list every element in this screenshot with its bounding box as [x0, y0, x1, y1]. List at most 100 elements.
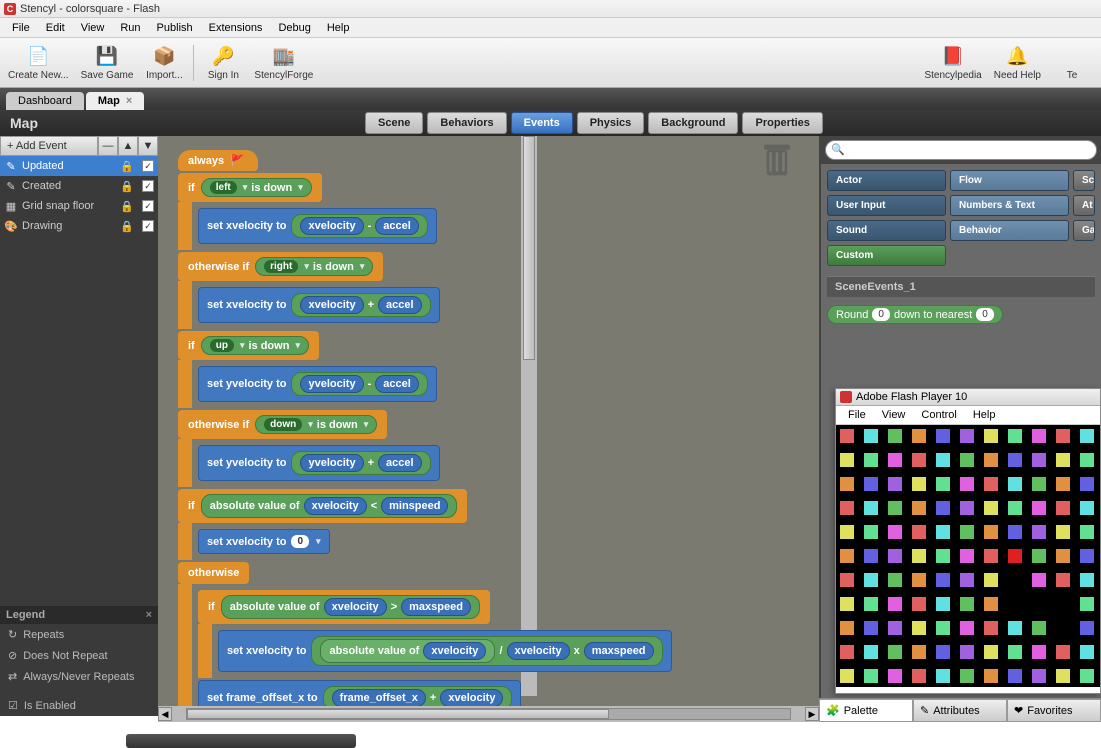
always-hat-block[interactable]: always 🚩 [178, 150, 258, 171]
trash-icon[interactable] [761, 142, 793, 178]
otherwise-if-block[interactable]: otherwise if right▾is down▾ set xvelocit… [178, 252, 672, 329]
heart-icon: ❤ [1014, 704, 1023, 717]
menu-view[interactable]: View [73, 20, 113, 36]
remove-event-button[interactable]: — [98, 136, 118, 156]
menu-help[interactable]: Help [319, 20, 358, 36]
cat-user-input[interactable]: User Input [827, 195, 946, 216]
truncated-button[interactable]: Te [1047, 42, 1097, 83]
event-label: Grid snap floor [22, 200, 94, 212]
sign-in-button[interactable]: 🔑 Sign In [198, 42, 248, 83]
menu-file[interactable]: File [4, 20, 38, 36]
legend-enabled: ☑Is Enabled [0, 695, 158, 716]
event-item-created[interactable]: ✎ Created 🔒 ✓ [0, 176, 158, 196]
set-xvelocity-block[interactable]: set xvelocity to xvelocity-accel [198, 208, 437, 244]
enabled-checkbox[interactable]: ✓ [142, 160, 154, 172]
context-title: Map [10, 115, 38, 131]
horizontal-scrollbar[interactable]: ◀ ▶ [158, 706, 819, 722]
event-item-updated[interactable]: ✎ Updated 🔒 ✓ [0, 156, 158, 176]
save-game-button[interactable]: 💾 Save Game [75, 42, 140, 83]
round-block[interactable]: Round 0 down to nearest 0 [827, 305, 1095, 324]
cat-sound[interactable]: Sound [827, 220, 946, 241]
set-yvelocity-block[interactable]: set yvelocity to yvelocity+accel [198, 445, 440, 481]
btab-attributes[interactable]: ✎Attributes [913, 699, 1007, 722]
flash-menu-control[interactable]: Control [913, 408, 964, 422]
menu-run[interactable]: Run [112, 20, 148, 36]
stencylpedia-button[interactable]: 📕 Stencylpedia [918, 42, 987, 83]
block-canvas[interactable]: always 🚩 if left▾is down▾ set xvelocity … [158, 136, 819, 716]
ctx-tab-events[interactable]: Events [511, 112, 573, 134]
if-block[interactable]: if up▾is down▾ set yvelocity to yvelocit… [178, 331, 672, 408]
legend-header: Legend × [0, 606, 158, 624]
add-event-button[interactable]: + Add Event [0, 136, 98, 156]
tab-map[interactable]: Map × [86, 92, 144, 110]
menu-edit[interactable]: Edit [38, 20, 73, 36]
flash-menu-view[interactable]: View [874, 408, 914, 422]
context-header: Map Scene Behaviors Events Physics Backg… [0, 110, 1101, 136]
ctx-tab-physics[interactable]: Physics [577, 112, 645, 134]
enabled-checkbox[interactable]: ✓ [142, 180, 154, 192]
always-icon: ⇄ [8, 670, 17, 683]
legend-always-never: ⇄Always/Never Repeats [0, 666, 158, 687]
otherwise-block[interactable]: otherwise if absolute value of xvelocity… [178, 562, 672, 716]
create-new-button[interactable]: 📄 Create New... [2, 42, 75, 83]
set-xvelocity-complex-block[interactable]: set xvelocity to absolute value of xvelo… [218, 630, 672, 672]
scroll-thumb[interactable] [187, 709, 609, 719]
blocks-root[interactable]: always 🚩 if left▾is down▾ set xvelocity … [178, 150, 672, 716]
pencil-icon: ✎ [4, 179, 18, 193]
scroll-left-button[interactable]: ◀ [158, 707, 172, 721]
cat-flow[interactable]: Flow [950, 170, 1069, 191]
if-block[interactable]: if absolute value of xvelocity < minspee… [178, 489, 672, 560]
event-label: Updated [22, 160, 64, 172]
tab-dashboard[interactable]: Dashboard [6, 92, 84, 110]
enabled-checkbox[interactable]: ✓ [142, 200, 154, 212]
cat-stub[interactable]: Sc [1073, 170, 1095, 191]
plus-icon: 📄 [26, 44, 50, 68]
flash-menu-help[interactable]: Help [965, 408, 1004, 422]
flash-titlebar[interactable]: Adobe Flash Player 10 [836, 389, 1100, 406]
scroll-right-button[interactable]: ▶ [805, 707, 819, 721]
if-block[interactable]: if absolute value of xvelocity > maxspee… [198, 590, 672, 678]
btab-palette[interactable]: 🧩Palette [819, 699, 913, 722]
cat-actor[interactable]: Actor [827, 170, 946, 191]
move-up-button[interactable]: ▲ [118, 136, 138, 156]
flash-menu-file[interactable]: File [840, 408, 874, 422]
flash-player-window[interactable]: Adobe Flash Player 10 File View Control … [835, 388, 1101, 694]
menu-publish[interactable]: Publish [149, 20, 201, 36]
otherwise-if-header[interactable]: otherwise if right▾is down▾ [178, 252, 383, 281]
btab-favorites[interactable]: ❤Favorites [1007, 699, 1101, 722]
need-help-button[interactable]: 🔔 Need Help [988, 42, 1047, 83]
enabled-checkbox[interactable]: ✓ [142, 220, 154, 232]
store-icon: 🏬 [272, 44, 296, 68]
if-block[interactable]: if left▾is down▾ set xvelocity to xveloc… [178, 173, 672, 250]
close-icon[interactable]: × [146, 609, 152, 621]
events-panel: + Add Event — ▲ ▼ ✎ Updated 🔒 ✓ ✎ Create… [0, 136, 158, 716]
close-icon[interactable]: × [126, 95, 132, 107]
cat-behavior[interactable]: Behavior [950, 220, 1069, 241]
ctx-tab-behaviors[interactable]: Behaviors [427, 112, 506, 134]
event-item-drawing[interactable]: 🎨 Drawing 🔒 ✓ [0, 216, 158, 236]
window-title: Stencyl - colorsquare - Flash [20, 3, 160, 15]
menu-extensions[interactable]: Extensions [201, 20, 271, 36]
cat-stub[interactable]: Ga [1073, 220, 1095, 241]
ctx-tab-background[interactable]: Background [648, 112, 738, 134]
palette-search-input[interactable] [825, 140, 1097, 160]
set-xvelocity-zero-block[interactable]: set xvelocity to 0▾ [198, 529, 330, 554]
book-icon: 📕 [941, 44, 965, 68]
pencil-icon: ✎ [920, 704, 929, 717]
if-header[interactable]: if left▾is down▾ [178, 173, 322, 202]
otherwise-if-block[interactable]: otherwise if down▾is down▾ set yvelocity… [178, 410, 672, 487]
stencylforge-button[interactable]: 🏬 StencylForge [248, 42, 319, 83]
cat-stub[interactable]: At [1073, 195, 1095, 216]
move-down-button[interactable]: ▼ [138, 136, 158, 156]
flash-canvas [836, 425, 1100, 687]
set-xvelocity-block[interactable]: set xvelocity to xvelocity+accel [198, 287, 440, 323]
import-button[interactable]: 📦 Import... [139, 42, 189, 83]
ctx-tab-properties[interactable]: Properties [742, 112, 822, 134]
menu-debug[interactable]: Debug [270, 20, 318, 36]
category-grid: Actor Flow Sc User Input Numbers & Text … [821, 164, 1101, 272]
cat-numbers-text[interactable]: Numbers & Text [950, 195, 1069, 216]
set-yvelocity-block[interactable]: set yvelocity to yvelocity-accel [198, 366, 437, 402]
event-item-grid-snap[interactable]: ▦ Grid snap floor 🔒 ✓ [0, 196, 158, 216]
ctx-tab-scene[interactable]: Scene [365, 112, 423, 134]
cat-custom[interactable]: Custom [827, 245, 946, 266]
